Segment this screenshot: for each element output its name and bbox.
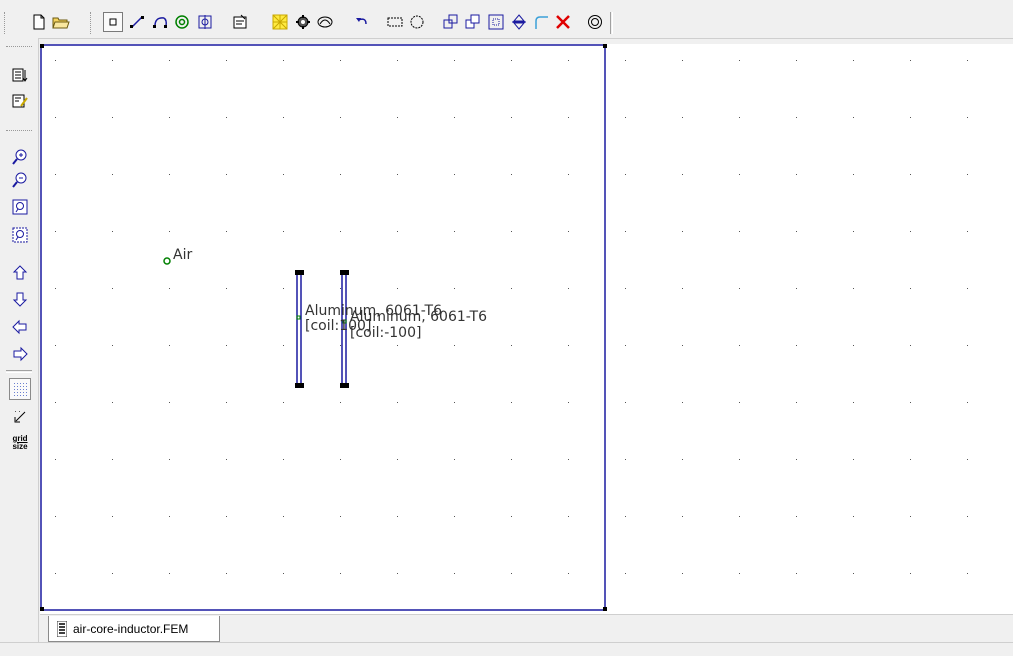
run-analysis-icon [296, 15, 310, 29]
document-tab-label: air-core-inductor.FEM [73, 621, 189, 636]
node-point [344, 270, 349, 275]
node-point [299, 270, 304, 275]
drawing-canvas[interactable]: Air Aluminum, 6061-T6 [coil:100] Aluminu… [40, 44, 1013, 614]
open-boundary-icon [588, 15, 602, 29]
fillet-icon [535, 16, 548, 29]
segment-mode-button[interactable] [127, 12, 147, 32]
arc-mode-button[interactable] [150, 12, 170, 32]
zoom-out-icon [12, 172, 27, 188]
toolbar-gripper[interactable] [4, 12, 7, 34]
list-sort-icon [12, 68, 28, 82]
zoom-in-icon [12, 149, 27, 165]
toolbar-gripper[interactable] [90, 12, 93, 34]
node-point [40, 44, 44, 48]
zoom-natural-icon [12, 199, 28, 215]
snap-arrow-icon [14, 411, 26, 423]
pan-right-button[interactable] [9, 343, 31, 365]
segment-mode-icon [130, 16, 144, 28]
main-toolbar [0, 0, 1013, 39]
edit-properties-button[interactable] [9, 90, 31, 112]
geometry-layer [40, 44, 607, 611]
block-label-marker-air [163, 257, 171, 265]
copy-icon [465, 14, 480, 29]
arrow-up-icon [12, 265, 28, 280]
block-label-marker-coil1 [296, 315, 301, 320]
arrow-left-icon [12, 319, 27, 335]
status-bar [0, 642, 1013, 656]
toolbar-gripper[interactable] [6, 46, 32, 49]
copy-button[interactable] [463, 12, 483, 32]
point-mode-button[interactable] [103, 12, 123, 32]
grid-size-label: size [12, 442, 28, 451]
move-icon [443, 14, 458, 29]
document-tab[interactable]: air-core-inductor.FEM [48, 616, 220, 642]
select-circle-icon [410, 15, 424, 29]
pan-left-button[interactable] [9, 316, 31, 338]
move-button[interactable] [441, 12, 461, 32]
block-label-air[interactable]: Air [173, 248, 192, 263]
node-point [603, 44, 607, 48]
scale-button[interactable] [486, 12, 506, 32]
run-analysis-button[interactable] [293, 12, 313, 32]
select-rectangle-icon [387, 17, 403, 27]
properties-button[interactable] [230, 12, 250, 32]
scale-icon [488, 14, 504, 30]
zoom-in-button[interactable] [9, 146, 31, 168]
mesh-icon [272, 14, 288, 30]
group-mode-icon [198, 15, 212, 29]
node-point [40, 607, 44, 611]
fillet-button[interactable] [531, 12, 551, 32]
new-document-icon [33, 14, 45, 30]
coil-document-icon [57, 620, 67, 637]
block-label-mode-button[interactable] [172, 12, 192, 32]
node-point [603, 607, 607, 611]
mirror-icon [512, 14, 526, 30]
pan-up-button[interactable] [9, 262, 31, 284]
open-folder-icon [52, 17, 70, 29]
open-file-button[interactable] [51, 12, 71, 32]
show-names-button[interactable] [9, 64, 31, 86]
toolbar-separator [610, 12, 613, 34]
node-point [299, 383, 304, 388]
block-label-coil2-circuit[interactable]: [coil:-100] [350, 326, 421, 341]
mesh-button[interactable] [270, 12, 290, 32]
mirror-button[interactable] [509, 12, 529, 32]
arrow-down-icon [12, 292, 28, 307]
grid-size-button[interactable]: grid size [9, 432, 31, 454]
select-rectangle-button[interactable] [385, 12, 405, 32]
edit-document-icon [12, 94, 28, 108]
zoom-natural-button[interactable] [9, 196, 31, 218]
view-toolbar: grid size [0, 38, 39, 642]
coil-left-conductor [296, 271, 302, 387]
toolbar-gripper[interactable] [6, 130, 32, 133]
document-tabbar: air-core-inductor.FEM [40, 614, 1013, 643]
properties-icon [233, 14, 247, 29]
new-document-button[interactable] [29, 12, 49, 32]
snap-grid-button[interactable] [9, 406, 31, 428]
show-grid-button[interactable] [9, 378, 31, 400]
group-mode-button[interactable] [195, 12, 215, 32]
undo-icon [356, 18, 367, 25]
select-circle-button[interactable] [407, 12, 427, 32]
node-point [344, 383, 349, 388]
zoom-out-button[interactable] [9, 169, 31, 191]
view-results-icon [317, 16, 333, 28]
arc-mode-icon [153, 17, 167, 28]
zoom-window-icon [12, 227, 28, 243]
open-boundary-button[interactable] [585, 12, 605, 32]
undo-button[interactable] [352, 12, 372, 32]
delete-button[interactable] [553, 12, 573, 32]
grid-icon [14, 383, 27, 396]
pan-down-button[interactable] [9, 288, 31, 310]
delete-icon [556, 15, 570, 29]
block-label-mode-icon [175, 15, 189, 29]
toolbar-separator [6, 370, 32, 373]
zoom-window-button[interactable] [9, 224, 31, 246]
arrow-right-icon [13, 346, 28, 362]
point-mode-icon [109, 18, 117, 26]
block-label-coil2-material[interactable]: Aluminum, 6061-T6 [350, 310, 487, 325]
view-results-button[interactable] [315, 12, 335, 32]
